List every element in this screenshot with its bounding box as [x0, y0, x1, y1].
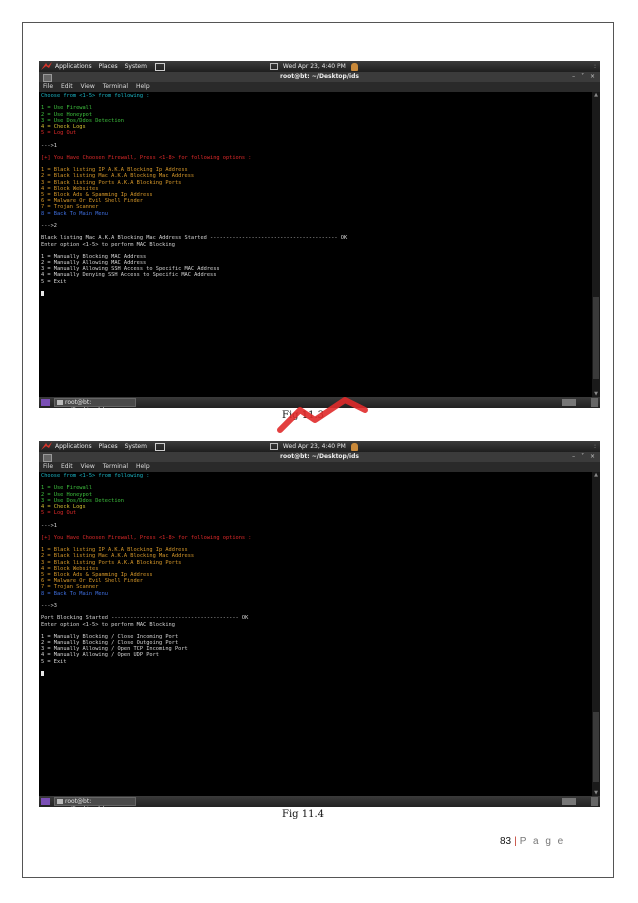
workspace-switcher[interactable] — [562, 798, 576, 805]
taskbar-item-label: root@bt: ~/Desktop/ids — [65, 399, 107, 408]
cursor — [41, 671, 44, 676]
backtrack-dragon-icon[interactable] — [41, 62, 52, 71]
menu-terminal[interactable]: Terminal — [103, 83, 128, 90]
terminal-menubar: File Edit View Terminal Help — [39, 82, 600, 92]
window-app-icon[interactable] — [43, 74, 52, 82]
taskbar-item[interactable]: root@bt: ~/Desktop/ids — [54, 797, 136, 807]
taskbar-item-label: root@bt: ~/Desktop/ids — [65, 798, 107, 807]
menu-edit[interactable]: Edit — [61, 83, 73, 90]
clock[interactable]: Wed Apr 23, 4:40 PM — [283, 63, 346, 70]
red-pen-stroke — [277, 397, 368, 433]
menu-edit[interactable]: Edit — [61, 463, 73, 470]
menu-applications[interactable]: Applications — [55, 63, 92, 70]
user-avatar-icon[interactable] — [350, 442, 358, 451]
terminal-output[interactable]: Choose from <1-5> from following :1 = Us… — [39, 472, 592, 796]
terminal-mini-icon — [57, 400, 63, 405]
gnome-top-panel: Applications Places System Wed Apr 23, 4… — [39, 441, 600, 452]
scroll-up-arrow-icon[interactable]: ▲ — [593, 472, 599, 478]
menu-help[interactable]: Help — [136, 463, 150, 470]
clock[interactable]: Wed Apr 23, 4:40 PM — [283, 443, 346, 450]
window-close-icon[interactable]: – ˅ × — [572, 452, 597, 462]
window-app-icon[interactable] — [43, 454, 52, 462]
bottom-taskbar: root@bt: ~/Desktop/ids — [39, 796, 600, 807]
scrollbar[interactable]: ▲ ▼ — [592, 472, 600, 796]
window-close-icon[interactable]: – ˅ × — [572, 72, 597, 82]
menu-places[interactable]: Places — [99, 63, 118, 70]
cursor — [41, 291, 44, 296]
terminal-launcher-icon[interactable] — [154, 442, 165, 451]
terminal-output[interactable]: Choose from <1-5> from following :1 = Us… — [39, 92, 592, 397]
scroll-thumb[interactable] — [593, 712, 599, 782]
terminal-mini-icon — [57, 799, 63, 804]
menu-system[interactable]: System — [125, 443, 147, 450]
terminal-menubar: File Edit View Terminal Help — [39, 462, 600, 472]
figure-caption: Fig 11.4 — [282, 809, 324, 820]
page-label: P a g e — [519, 836, 566, 847]
trash-icon[interactable] — [591, 398, 598, 407]
menu-file[interactable]: File — [43, 83, 53, 90]
footer-separator: | — [514, 836, 517, 847]
mail-icon[interactable] — [270, 443, 278, 450]
menu-system[interactable]: System — [125, 63, 147, 70]
terminal-launcher-icon[interactable] — [154, 62, 165, 71]
panel-handle: : — [593, 443, 596, 450]
show-desktop-icon[interactable] — [41, 399, 50, 406]
menu-file[interactable]: File — [43, 463, 53, 470]
page-footer: 83 | P a g e — [500, 836, 565, 847]
mail-icon[interactable] — [270, 63, 278, 70]
window-titlebar[interactable]: root@bt: ~/Desktop/ids – ˅ × — [39, 72, 600, 82]
menu-view[interactable]: View — [81, 83, 95, 90]
scroll-up-arrow-icon[interactable]: ▲ — [593, 92, 599, 98]
scroll-thumb[interactable] — [593, 297, 599, 379]
scrollbar[interactable]: ▲ ▼ — [592, 92, 600, 397]
panel-handle: : — [593, 63, 596, 70]
screenshot-fig-11-3: Applications Places System Wed Apr 23, 4… — [39, 61, 600, 408]
window-title: root@bt: ~/Desktop/ids — [280, 453, 359, 460]
gnome-top-panel: Applications Places System Wed Apr 23, 4… — [39, 61, 600, 72]
show-desktop-icon[interactable] — [41, 798, 50, 805]
trash-icon[interactable] — [591, 797, 598, 806]
menu-view[interactable]: View — [81, 463, 95, 470]
workspace-switcher[interactable] — [562, 399, 576, 406]
page-number: 83 — [500, 836, 512, 847]
taskbar-item[interactable]: root@bt: ~/Desktop/ids — [54, 398, 136, 408]
window-titlebar[interactable]: root@bt: ~/Desktop/ids – ˅ × — [39, 452, 600, 462]
window-title: root@bt: ~/Desktop/ids — [280, 73, 359, 80]
screenshot-fig-11-4: Applications Places System Wed Apr 23, 4… — [39, 441, 600, 807]
menu-places[interactable]: Places — [99, 443, 118, 450]
backtrack-dragon-icon[interactable] — [41, 442, 52, 451]
menu-help[interactable]: Help — [136, 83, 150, 90]
user-avatar-icon[interactable] — [350, 62, 358, 71]
menu-terminal[interactable]: Terminal — [103, 463, 128, 470]
menu-applications[interactable]: Applications — [55, 443, 92, 450]
